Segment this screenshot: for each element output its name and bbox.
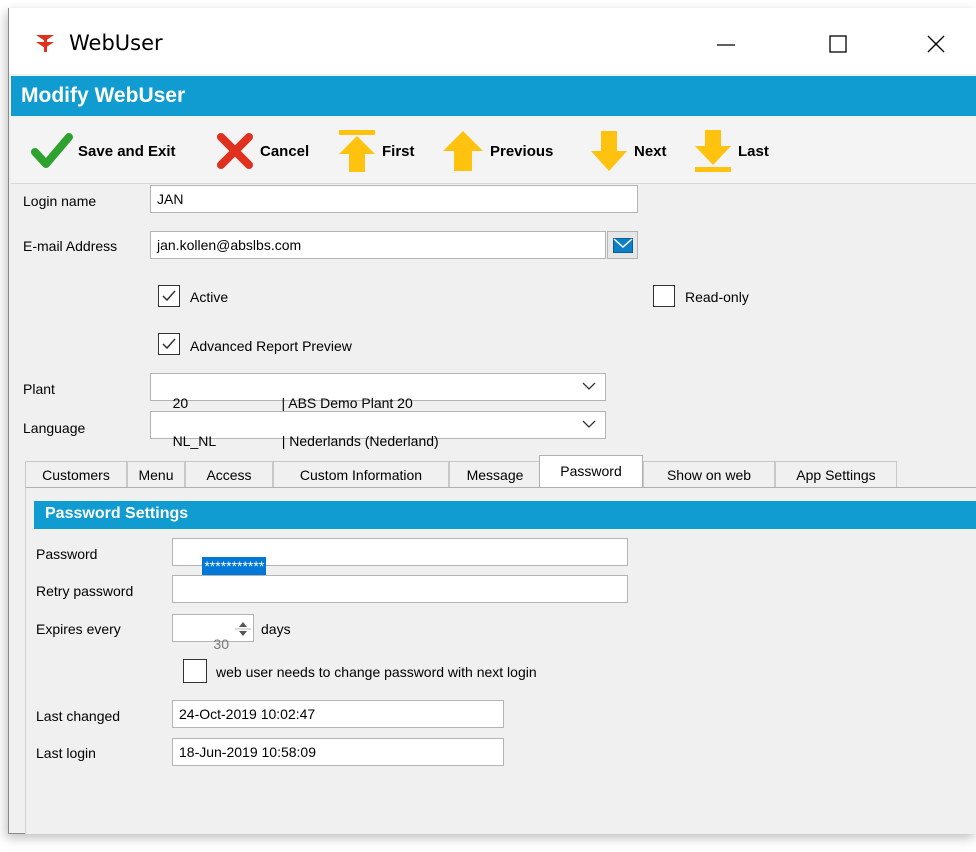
page-title: Modify WebUser (11, 76, 976, 116)
tab-custom-information[interactable]: Custom Information (273, 461, 449, 487)
tab-menu[interactable]: Menu (127, 461, 185, 487)
chevron-down-icon (582, 420, 596, 428)
advanced-report-preview-label: Advanced Report Preview (190, 338, 352, 354)
change-password-label: web user needs to change password with n… (216, 664, 537, 680)
last-button[interactable]: Last (693, 126, 769, 176)
last-changed-field: 24-Oct-2019 10:02:47 (172, 700, 504, 728)
last-label: Last (738, 142, 769, 160)
language-select[interactable]: NL_NL | Nederlands (Nederland) (150, 411, 606, 449)
cross-icon (217, 133, 253, 169)
language-label: Language (23, 420, 86, 436)
cancel-label: Cancel (260, 142, 310, 160)
last-changed-label: Last changed (36, 708, 121, 724)
send-email-button[interactable] (607, 231, 638, 259)
minimize-icon (717, 44, 735, 46)
tab-app-settings[interactable]: App Settings (775, 461, 897, 487)
maximize-button[interactable] (815, 24, 861, 64)
tab-customers[interactable]: Customers (25, 461, 127, 487)
tab-password[interactable]: Password (539, 455, 643, 487)
next-label: Next (634, 142, 667, 160)
checkmark-icon (162, 290, 176, 302)
previous-button[interactable]: Previous (441, 126, 553, 176)
advanced-report-preview-checkbox[interactable] (158, 333, 180, 355)
days-label: days (261, 621, 291, 637)
password-panel: Password Settings Password *********** R… (25, 487, 976, 834)
red-arrow-icon (36, 35, 54, 52)
retry-password-field[interactable] (172, 575, 628, 603)
arrow-up-icon (443, 131, 483, 171)
read-only-label: Read-only (685, 289, 749, 305)
arrow-up-first-icon (339, 130, 375, 172)
toolbar: Save and Exit Cancel First Previous Next… (11, 118, 976, 184)
password-label: Password (36, 546, 98, 562)
change-password-checkbox[interactable] (183, 659, 207, 683)
checkmark-icon (31, 133, 73, 168)
window-title: WebUser (69, 31, 163, 55)
tab-access[interactable]: Access (185, 461, 273, 487)
last-login-field: 18-Jun-2019 10:58:09 (172, 738, 504, 766)
title-bar: WebUser (9, 8, 976, 74)
chevron-down-icon (582, 382, 596, 390)
plant-label: Plant (23, 381, 55, 397)
login-name-label: Login name (23, 193, 97, 209)
close-icon (927, 35, 945, 53)
plant-value: 20 | ABS Demo Plant 20 (172, 395, 413, 411)
next-button[interactable]: Next (589, 126, 667, 176)
expires-every-label: Expires every (36, 621, 121, 637)
login-name-field[interactable]: JAN (150, 185, 638, 213)
maximize-icon (829, 35, 847, 53)
first-button[interactable]: First (337, 126, 415, 176)
first-label: First (382, 142, 415, 160)
previous-label: Previous (490, 142, 554, 160)
expires-every-spinner[interactable]: 30 (172, 614, 254, 652)
close-button[interactable] (913, 24, 959, 64)
expires-every-value: 30 (213, 636, 229, 652)
tab-message[interactable]: Message (449, 461, 541, 487)
save-label: Save and Exit (78, 142, 176, 160)
cancel-button[interactable]: Cancel (215, 126, 309, 176)
last-login-label: Last login (36, 745, 96, 761)
retry-password-label: Retry password (36, 583, 134, 599)
checkmark-icon (162, 338, 176, 350)
read-only-checkbox[interactable] (653, 285, 675, 307)
webuser-window: WebUser Modify WebUser Save and Exit Can… (8, 8, 976, 834)
active-checkbox[interactable] (158, 285, 180, 307)
arrow-down-last-icon (695, 130, 731, 172)
email-field[interactable]: jan.kollen@abslbs.com (150, 231, 606, 259)
plant-select[interactable]: 20 | ABS Demo Plant 20 (150, 373, 606, 411)
language-value: NL_NL | Nederlands (Nederland) (172, 433, 439, 449)
save-and-exit-button[interactable]: Save and Exit (31, 126, 176, 176)
password-field[interactable]: *********** (172, 538, 628, 575)
envelope-icon (612, 237, 633, 253)
spinner-arrows-icon (235, 622, 251, 636)
tab-show-on-web[interactable]: Show on web (643, 461, 775, 487)
password-settings-header: Password Settings (34, 501, 976, 529)
password-selected-text: *********** (202, 557, 267, 575)
active-label: Active (190, 289, 229, 305)
email-label: E-mail Address (23, 238, 118, 254)
arrow-down-icon (591, 131, 627, 171)
minimize-button[interactable] (703, 24, 749, 64)
